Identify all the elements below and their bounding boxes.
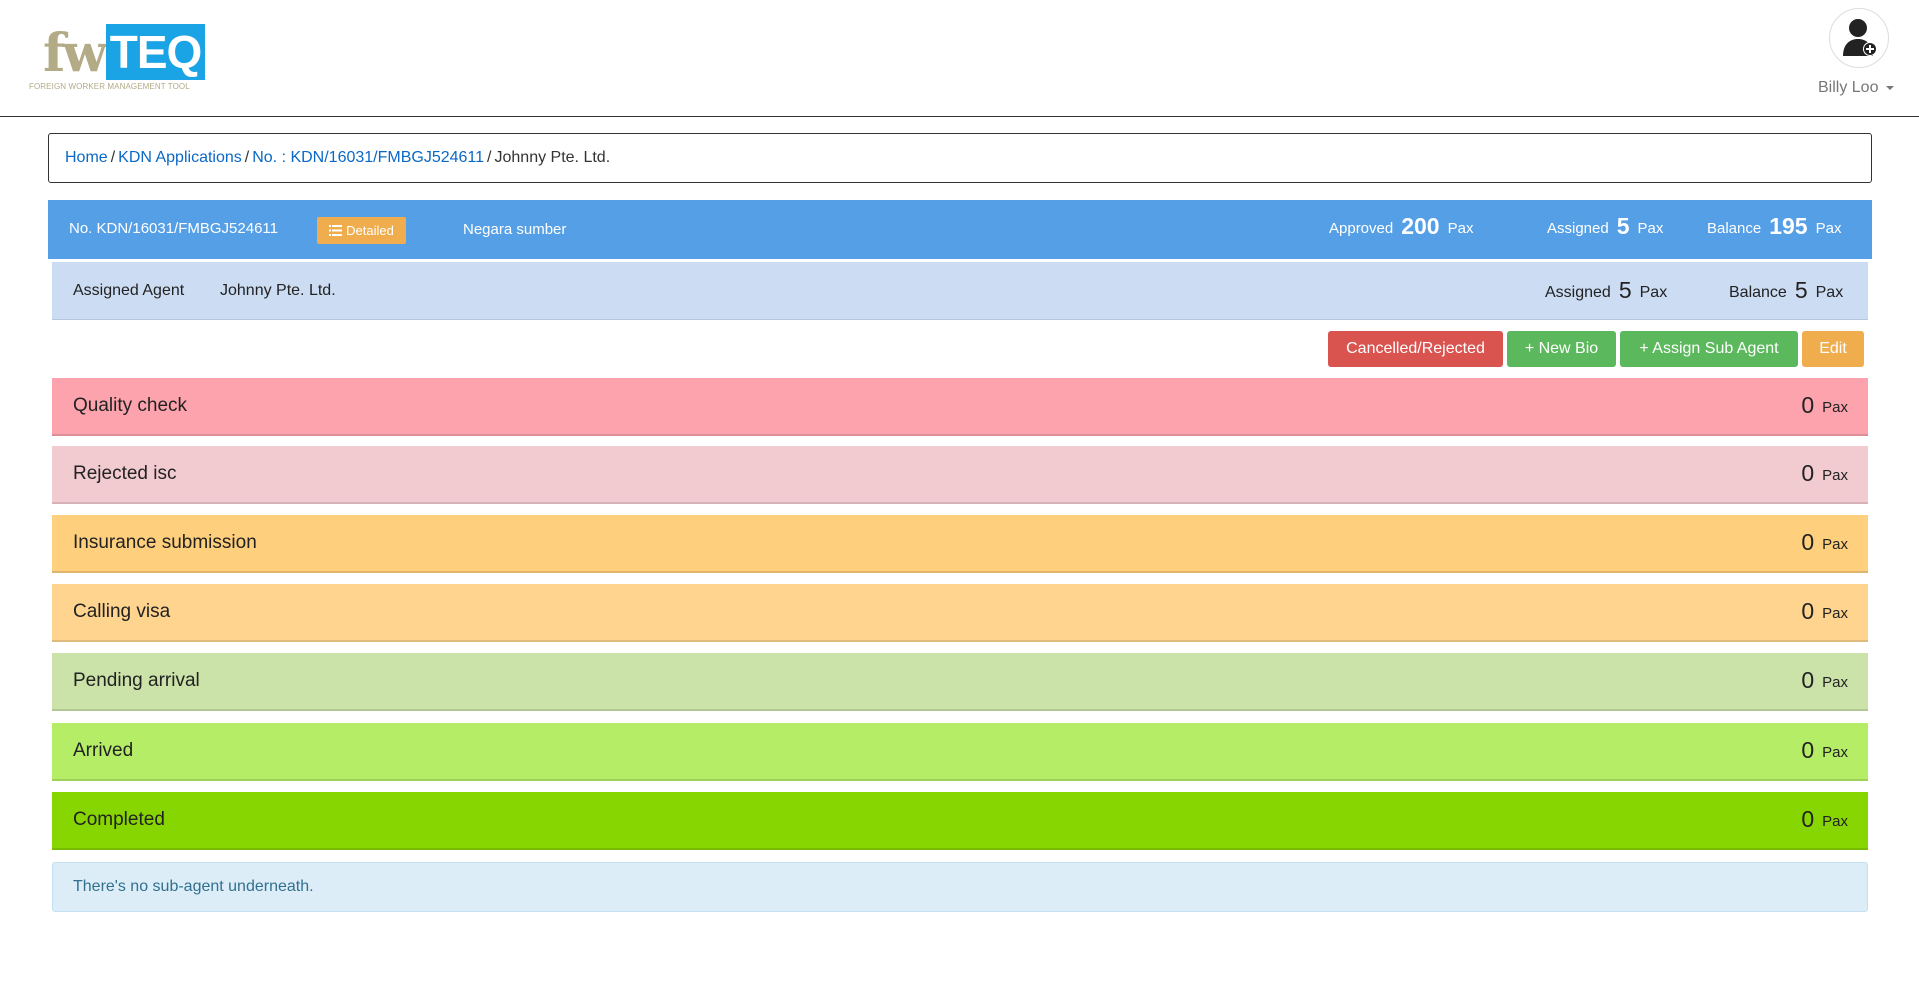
agent-balance-unit: Pax <box>1815 284 1844 301</box>
user-menu-toggle[interactable]: Billy Loo <box>1818 79 1895 97</box>
status-count-unit: Pax <box>1822 813 1848 830</box>
approved-label: Approved <box>1329 220 1394 237</box>
agent-assigned-stat: Assigned 5 Pax <box>1545 277 1667 304</box>
status-count: 0 Pax <box>1801 667 1848 694</box>
detailed-button[interactable]: Detailed <box>317 217 406 244</box>
fwteq-logo[interactable]: fw TEQ FOREIGN WORKER MANAGEMENT TOOL <box>29 24 205 94</box>
cancelled-rejected-button[interactable]: Cancelled/Rejected <box>1328 331 1503 367</box>
balance-unit: Pax <box>1815 220 1842 237</box>
status-row[interactable]: Quality check 0 Pax <box>52 378 1868 436</box>
balance-label: Balance <box>1707 220 1762 237</box>
status-title: Completed <box>73 809 165 830</box>
status-count: 0 Pax <box>1801 737 1848 764</box>
assigned-agent-name: Johnny Pte. Ltd. <box>220 282 336 299</box>
logo-fw-text: fw <box>43 23 107 84</box>
status-count-value: 0 <box>1801 667 1815 693</box>
breadcrumb-separator: / <box>244 149 250 166</box>
new-bio-button[interactable]: + New Bio <box>1507 331 1616 367</box>
status-count-value: 0 <box>1801 737 1815 763</box>
status-count: 0 Pax <box>1801 529 1848 556</box>
breadcrumb-separator: / <box>487 149 492 166</box>
status-count-unit: Pax <box>1822 744 1848 761</box>
edit-button[interactable]: Edit <box>1802 331 1864 367</box>
agent-balance-label: Balance <box>1729 284 1787 301</box>
approved-stat: Approved 200 Pax <box>1329 213 1473 240</box>
breadcrumb: Home / KDN Applications / No. : KDN/16031/FM… <box>48 133 1872 183</box>
status-row[interactable]: Calling visa 0 Pax <box>52 584 1868 642</box>
status-title: Insurance submission <box>73 532 257 553</box>
breadcrumb-home[interactable]: Home <box>65 149 108 166</box>
source-country: Negara sumber <box>463 221 567 238</box>
status-count: 0 Pax <box>1801 392 1848 419</box>
agent-assigned-label: Assigned <box>1545 284 1611 301</box>
breadcrumb-kdn-applications[interactable]: KDN Applications <box>118 149 242 166</box>
assigned-stat: Assigned 5 Pax <box>1547 213 1663 240</box>
status-count: 0 Pax <box>1801 460 1848 487</box>
agent-balance-value: 5 <box>1794 277 1808 303</box>
status-row[interactable]: Completed 0 Pax <box>52 792 1868 850</box>
status-title: Pending arrival <box>73 670 200 691</box>
breadcrumb-application-number[interactable]: No. : KDN/16031/FMBGJ524611 <box>252 149 484 166</box>
status-count: 0 Pax <box>1801 806 1848 833</box>
status-count-unit: Pax <box>1822 467 1848 484</box>
user-avatar[interactable] <box>1829 8 1889 68</box>
user-add-icon <box>1843 19 1877 56</box>
logo-teq-text: TEQ <box>106 24 205 80</box>
status-count: 0 Pax <box>1801 598 1848 625</box>
breadcrumb-current: Johnny Pte. Ltd. <box>494 149 611 166</box>
assign-sub-agent-button[interactable]: + Assign Sub Agent <box>1620 331 1798 367</box>
status-count-value: 0 <box>1801 598 1815 624</box>
status-count-unit: Pax <box>1822 674 1848 691</box>
balance-value: 195 <box>1769 213 1808 239</box>
application-summary-bar: No. KDN/16031/FMBGJ524611 Detailed Negar… <box>48 200 1872 259</box>
status-count-unit: Pax <box>1822 399 1848 416</box>
status-count-value: 0 <box>1801 392 1815 418</box>
status-row[interactable]: Rejected isc 0 Pax <box>52 446 1868 504</box>
status-count-value: 0 <box>1801 460 1815 486</box>
status-title: Quality check <box>73 395 188 416</box>
status-row[interactable]: Arrived 0 Pax <box>52 723 1868 781</box>
status-count-value: 0 <box>1801 806 1815 832</box>
status-row[interactable]: Insurance submission 0 Pax <box>52 515 1868 573</box>
list-icon <box>329 225 343 237</box>
status-count-unit: Pax <box>1822 536 1848 553</box>
agent-assigned-value: 5 <box>1618 277 1632 303</box>
logo-tagline: FOREIGN WORKER MANAGEMENT TOOL <box>29 82 190 91</box>
status-title: Calling visa <box>73 601 171 622</box>
assigned-label: Assigned <box>1547 220 1609 237</box>
breadcrumb-separator: / <box>110 149 116 166</box>
application-number: No. KDN/16031/FMBGJ524611 <box>69 220 278 237</box>
agent-balance-stat: Balance 5 Pax <box>1729 277 1843 304</box>
sub-agent-info-message: There's no sub-agent underneath. <box>52 862 1868 912</box>
assigned-unit: Pax <box>1637 220 1664 237</box>
top-header: fw TEQ FOREIGN WORKER MANAGEMENT TOOL Bi… <box>0 0 1919 117</box>
caret-down-icon <box>1886 85 1895 90</box>
status-count-value: 0 <box>1801 529 1815 555</box>
status-title: Rejected isc <box>73 463 177 484</box>
status-count-unit: Pax <box>1822 605 1848 622</box>
approved-unit: Pax <box>1447 220 1474 237</box>
assigned-value: 5 <box>1616 213 1630 239</box>
status-row[interactable]: Pending arrival 0 Pax <box>52 653 1868 711</box>
balance-stat: Balance 195 Pax <box>1707 213 1841 240</box>
detailed-label: Detailed <box>346 223 394 238</box>
approved-value: 200 <box>1401 213 1440 239</box>
agent-assigned-unit: Pax <box>1639 284 1668 301</box>
status-title: Arrived <box>73 740 134 761</box>
assigned-agent-row: Assigned Agent Johnny Pte. Ltd. Assigned… <box>52 262 1868 320</box>
assigned-agent-label: Assigned Agent <box>73 282 185 299</box>
user-name-label: Billy Loo <box>1818 79 1879 96</box>
